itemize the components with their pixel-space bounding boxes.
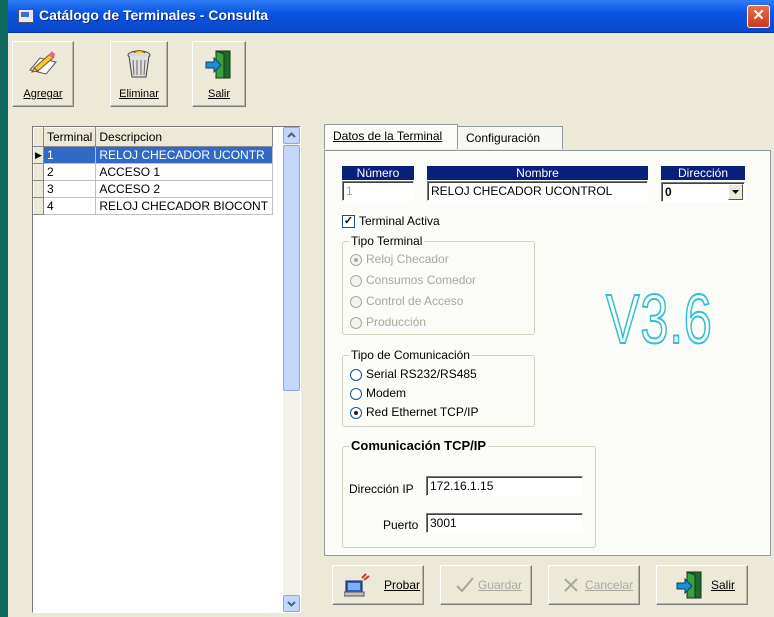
port-label: Puerto [383,518,419,532]
row-indicator [33,197,44,215]
tipo-terminal-legend: Tipo Terminal [349,234,425,248]
direccion-header: Dirección [661,166,745,180]
terminal-activa-checkbox[interactable]: ✓ [342,215,355,228]
terminals-grid[interactable]: Terminal Descripcion ▶ 1 RELOJ CHECADOR … [32,126,301,613]
terminal-number: 1 [43,146,97,164]
add-button[interactable]: Agregar [12,41,74,107]
grid-scrollbar[interactable] [283,127,300,612]
cancelar-button[interactable]: Cancelar [548,565,640,605]
main-window: Catálogo de Terminales - Consulta ✕ Agre… [8,0,774,617]
tab-datos-label: Datos de la Terminal [333,129,443,143]
cancelar-label: Cancelar [585,578,634,592]
label-produccion: Producción [366,315,427,329]
table-row[interactable]: 2 ACCESO 1 [33,163,274,181]
label-reloj-checador: Reloj Checador [366,252,449,266]
row-indicator: ▶ [33,146,44,164]
radio-produccion[interactable] [350,317,362,329]
tipo-comunicacion-legend: Tipo de Comunicación [349,348,472,362]
guardar-button[interactable]: Guardar [440,565,532,605]
scroll-thumb[interactable] [283,145,300,391]
tab-config-label: Configuración [466,131,541,145]
label-ethernet: Red Ethernet TCP/IP [366,405,479,419]
salir-button[interactable]: Salir [656,565,748,605]
terminal-number: 2 [43,163,97,181]
tab-configuracion[interactable]: Configuración [457,126,563,149]
label-serial: Serial RS232/RS485 [366,367,477,381]
terminal-description: ACCESO 2 [95,180,274,198]
table-row[interactable]: ▶ 1 RELOJ CHECADOR UCONTR [33,146,274,164]
exit-button[interactable]: Salir [192,41,246,107]
grid-corner [33,127,44,147]
direccion-select[interactable]: 0 [661,182,745,202]
terminal-description: ACCESO 1 [95,163,274,181]
ip-field[interactable]: 172.16.1.15 [426,476,583,496]
numero-header: Número [342,166,414,180]
chevron-down-icon [287,601,296,607]
nombre-field[interactable]: RELOJ CHECADOR UCONTROL [427,181,648,201]
pencil-paper-icon [29,51,57,75]
checkmark-icon [456,577,474,593]
label-control-acceso: Control de Acceso [366,294,464,308]
chevron-down-icon [732,190,739,194]
radio-reloj-checador[interactable] [350,254,362,266]
column-header-descripcion[interactable]: Descripcion [95,127,274,147]
delete-label: Eliminar [119,88,159,100]
radio-consumos-comedor[interactable] [350,275,362,287]
probar-label: Probar [384,578,421,592]
version-badge: V3.6 [605,279,713,359]
label-modem: Modem [366,386,407,400]
radio-serial[interactable] [350,369,362,381]
nombre-header: Nombre [427,166,648,180]
row-indicator [33,163,44,181]
numero-field[interactable]: 1 [342,181,414,201]
column-header-terminal[interactable]: Terminal [42,127,97,147]
ip-label: Dirección IP [349,482,414,496]
trash-icon [127,50,151,78]
exit-door-icon [205,50,231,79]
title-bar: Catálogo de Terminales - Consulta ✕ [8,0,774,33]
radio-ethernet[interactable] [350,407,362,419]
probar-button[interactable]: Probar [332,565,424,605]
exit-door-icon [676,571,702,599]
scroll-up-button[interactable] [283,127,300,144]
direccion-value: 0 [665,185,672,199]
delete-button[interactable]: Eliminar [110,41,168,107]
tipo-comunicacion-group: Tipo de Comunicación Serial RS232/RS485 … [342,348,535,427]
exit-label: Salir [207,88,230,100]
table-row[interactable]: 4 RELOJ CHECADOR BIOCONT [33,197,274,215]
radio-modem[interactable] [350,388,362,400]
scroll-down-button[interactable] [283,595,300,612]
label-consumos-comedor: Consumos Comedor [366,273,477,287]
computer-test-icon [344,573,370,597]
tcp-legend: Comunicación TCP/IP [349,438,489,453]
terminal-activa-label: Terminal Activa [359,214,440,228]
guardar-label: Guardar [478,578,523,592]
tcp-group: Comunicación TCP/IP Dirección IP 172.16.… [342,438,596,548]
terminal-description: RELOJ CHECADOR BIOCONT [95,197,274,215]
terminal-number: 4 [43,197,97,215]
terminal-number: 3 [43,180,97,198]
salir-label: Salir [711,578,736,592]
terminal-description: RELOJ CHECADOR UCONTR [95,146,274,164]
port-field[interactable]: 3001 [426,513,583,533]
toolbar: Agregar Eliminar Salir [8,33,774,108]
row-indicator [33,180,44,198]
window-title: Catálogo de Terminales - Consulta [39,7,269,23]
dropdown-button[interactable] [728,184,743,200]
radio-control-acceso[interactable] [350,296,362,308]
window-icon [18,9,34,23]
close-button[interactable]: ✕ [747,5,770,28]
table-row[interactable]: 3 ACCESO 2 [33,180,274,198]
x-cancel-icon [564,578,578,592]
tipo-terminal-group: Tipo Terminal Reloj Checador Consumos Co… [342,234,535,335]
tab-datos-terminal[interactable]: Datos de la Terminal [324,124,458,149]
chevron-up-icon [287,132,296,138]
add-label: Agregar [23,88,63,100]
